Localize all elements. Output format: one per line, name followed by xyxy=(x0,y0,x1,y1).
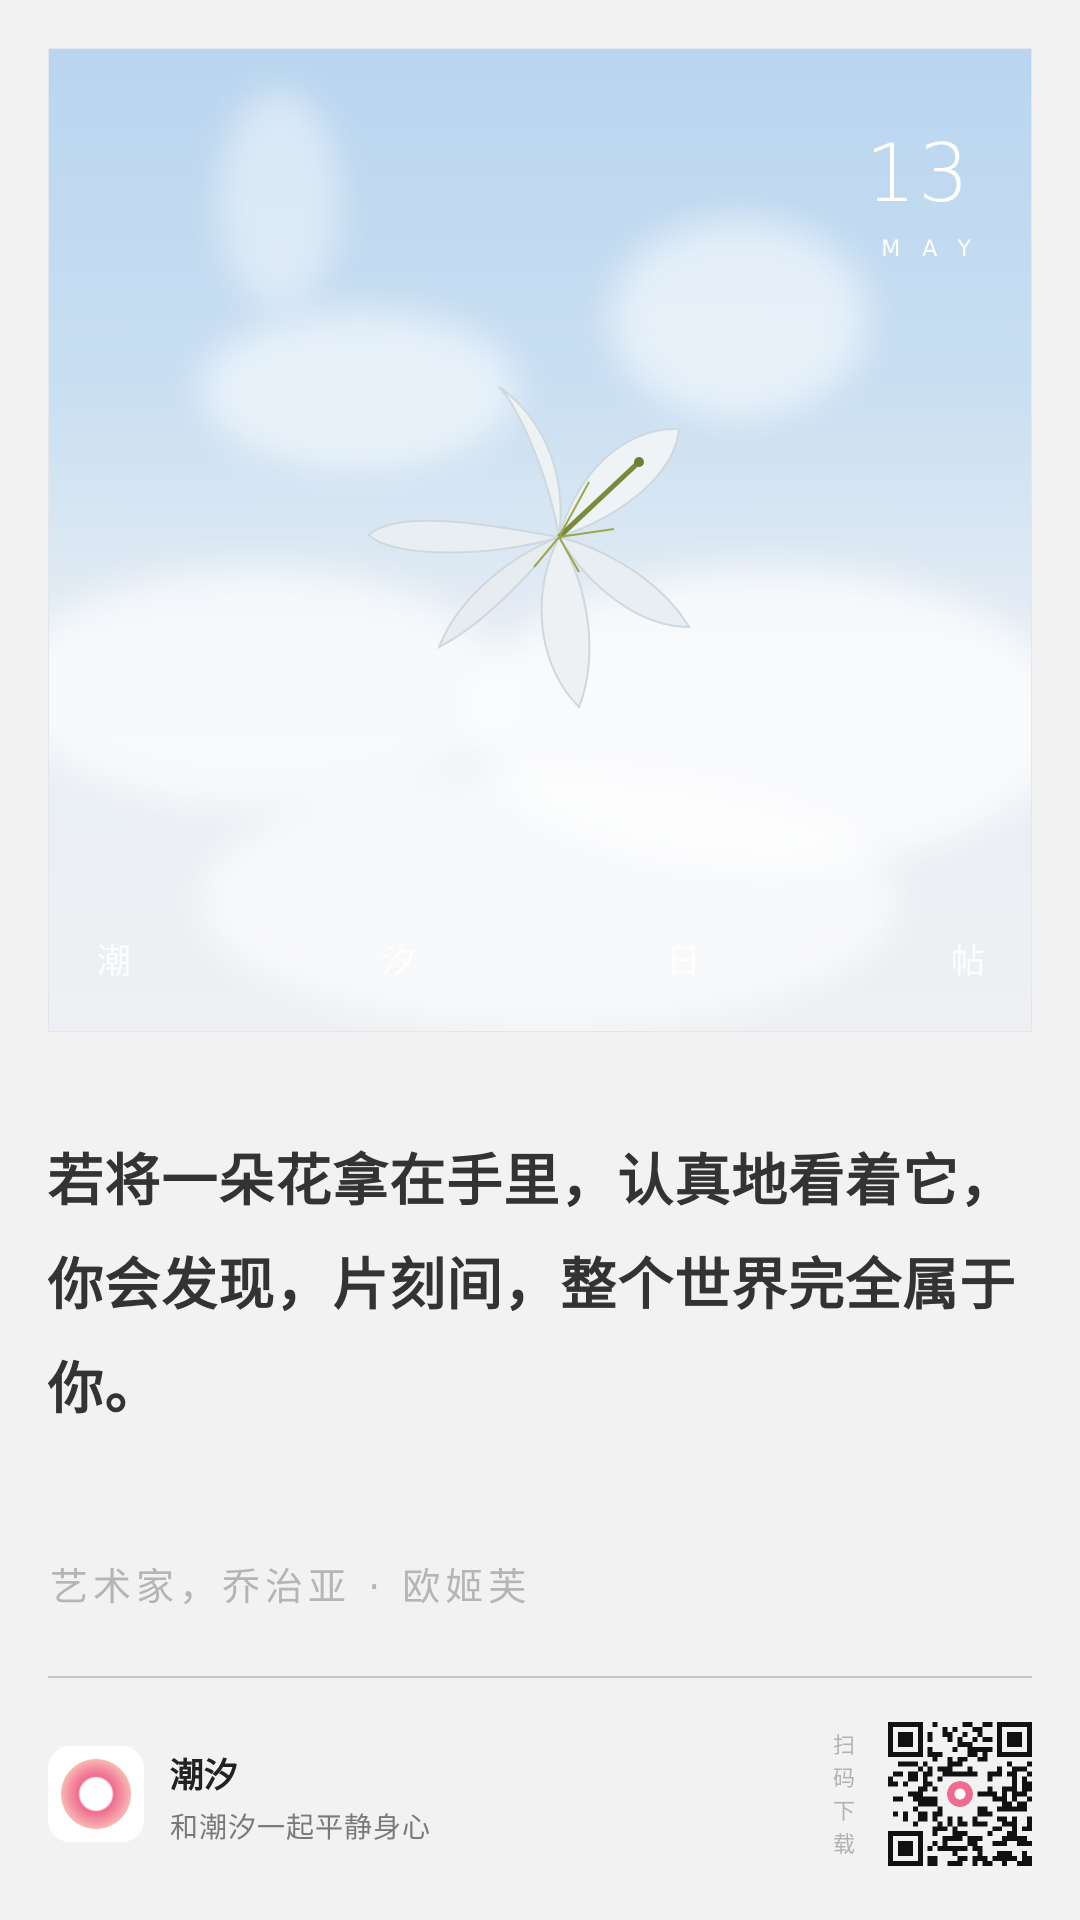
brand-char: 帖 xyxy=(950,942,985,982)
brand-char: 日 xyxy=(666,942,701,982)
tide-ring-icon[interactable] xyxy=(48,1746,144,1842)
qr-code-icon[interactable] xyxy=(888,1722,1032,1866)
brand-char: 潮 xyxy=(97,942,131,982)
divider xyxy=(48,1676,1032,1678)
brand-char: 汐 xyxy=(381,942,416,982)
scan-char: 载 xyxy=(832,1833,855,1858)
app-name: 潮汐 xyxy=(170,1756,238,1796)
app-logo xyxy=(61,1759,131,1829)
scan-char: 码 xyxy=(832,1767,855,1792)
scan-download-label: 扫 码 下 载 xyxy=(832,1730,856,1862)
date-day: 13 xyxy=(865,127,971,220)
quote-text: 若将一朵花拿在手里，认真地看着它，你会发现，片刻间，整个世界完全属于你。 xyxy=(48,1149,1017,1422)
quote-author: 艺术家，乔治亚 · 欧姬芙 xyxy=(50,1565,532,1609)
hero-image: 13 MAY 潮 汐 日 帖 xyxy=(48,48,1032,1032)
scan-char: 下 xyxy=(832,1800,855,1825)
scan-char: 扫 xyxy=(832,1734,855,1759)
app-slogan: 和潮汐一起平静身心 xyxy=(170,1811,432,1844)
date-month: MAY xyxy=(881,237,993,262)
brand-watermark: 潮 汐 日 帖 xyxy=(49,934,1031,983)
